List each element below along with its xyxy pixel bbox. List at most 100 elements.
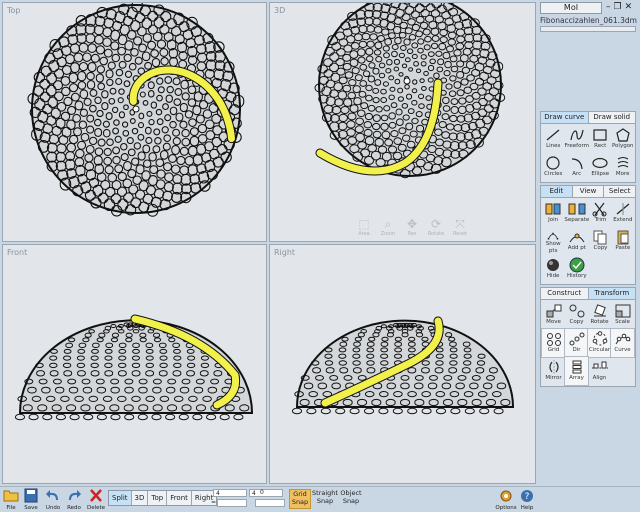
view-split-button[interactable]: Split (109, 491, 132, 505)
nav-pan-button[interactable]: ✥ Pan (402, 217, 422, 237)
coord-z-field[interactable]: 0 (258, 489, 286, 497)
dir-array-button[interactable]: Dir (564, 328, 589, 358)
close-icon[interactable]: ✕ (625, 3, 633, 12)
ellipse-button[interactable]: Ellipse (589, 153, 612, 181)
command-panel: MoI – ❐ ✕ Fibonaccizahlen_061.3dm Draw c… (538, 0, 640, 486)
curve-array-button[interactable]: Curve (610, 328, 635, 358)
rotate-view-icon: ⟳ (430, 217, 442, 231)
copy-button[interactable]: Copy (589, 227, 611, 255)
scale-button[interactable]: Scale (611, 301, 634, 329)
tab-draw-curve[interactable]: Draw curve (541, 112, 589, 123)
rotate-button[interactable]: Rotate (588, 301, 611, 329)
circle-icon (546, 156, 560, 170)
extend-icon (616, 203, 630, 215)
circles-button[interactable]: Circles (542, 153, 565, 181)
grid-array-button[interactable]: Grid (541, 328, 566, 358)
redo-arrow-icon (69, 490, 81, 500)
reset-view-icon: ⤧ (455, 217, 465, 231)
help-button[interactable]: ? Help (515, 488, 539, 511)
viewport-top[interactable]: Top (2, 2, 267, 242)
top-view-canvas (27, 3, 245, 217)
svg-text:?: ? (525, 492, 530, 502)
align-button[interactable]: Align (588, 357, 611, 385)
nav-zoom-button[interactable]: ⌕ Zoom (378, 217, 398, 237)
arc-icon (571, 158, 583, 170)
viewport-front[interactable]: Front (2, 244, 267, 484)
more-button[interactable]: More (612, 153, 635, 181)
undo-button[interactable]: Undo (42, 488, 64, 512)
panel-scrollbar[interactable] (540, 26, 636, 32)
straight-snap-button[interactable]: Straight Snap (311, 489, 339, 509)
delete-button[interactable]: Delete (85, 488, 107, 512)
restore-icon[interactable]: ❐ (614, 3, 622, 12)
right-view-canvas (291, 316, 515, 415)
paste-button[interactable]: Paste (612, 227, 634, 255)
arc-button[interactable]: Arc (565, 153, 590, 181)
history-icon (569, 257, 585, 273)
polygon-button[interactable]: Polygon (612, 125, 635, 153)
move-icon (546, 304, 561, 318)
hide-button[interactable]: Hide (542, 255, 564, 283)
add-point-button[interactable]: Add pt (564, 227, 589, 255)
circular-array-button[interactable]: Circular (587, 328, 612, 358)
view-3d-button[interactable]: 3D (131, 491, 149, 505)
copy-transform-icon (569, 304, 584, 318)
minimize-icon[interactable]: – (606, 3, 611, 12)
extend-button[interactable]: Extend (612, 199, 634, 227)
rectangle-icon (593, 129, 607, 141)
draw-section: Draw curve Draw solid Lines Freeform Rec… (540, 111, 636, 183)
direction-array-icon (569, 332, 584, 346)
file-button[interactable]: File (0, 488, 22, 512)
file-name: Fibonaccizahlen_061.3dm (540, 16, 637, 25)
rect-button[interactable]: Rect (589, 125, 612, 153)
coord-input-2[interactable] (255, 499, 285, 507)
freeform-button[interactable]: Freeform (565, 125, 589, 153)
view-nav-tools: ⬚ Area ⌕ Zoom ✥ Pan ⟳ Rotate ⤧ Reset (354, 217, 470, 237)
rotate-icon (593, 304, 606, 317)
top-mesh (27, 3, 245, 217)
zoom-area-icon: ⬚ (358, 217, 370, 231)
transform-copy-button[interactable]: Copy (565, 301, 588, 329)
front-mesh (14, 314, 254, 421)
viewport-label-right: Right (274, 248, 296, 257)
coord-x-field[interactable]: 4 (213, 489, 247, 497)
viewport-right[interactable]: Right (269, 244, 536, 484)
save-button[interactable]: Save (20, 488, 42, 512)
nav-reset-button[interactable]: ⤧ Reset (450, 217, 470, 237)
floppy-disk-icon (24, 488, 38, 503)
curve-array-icon (615, 333, 630, 345)
redo-button[interactable]: Redo (63, 488, 85, 512)
mirror-icon (548, 360, 559, 374)
grid-snap-button[interactable]: Grid Snap (289, 489, 311, 509)
view-top-button[interactable]: Top (148, 491, 168, 505)
nav-rotate-button[interactable]: ⟳ Rotate (426, 217, 446, 237)
options-gear-icon (500, 490, 512, 502)
coord-input-1[interactable] (217, 499, 247, 507)
tab-edit[interactable]: Edit (541, 186, 573, 197)
front-view-canvas (14, 314, 254, 421)
app-brand: MoI (540, 2, 602, 14)
tab-select[interactable]: Select (604, 186, 636, 197)
trim-button[interactable]: Trim (589, 199, 611, 227)
move-button[interactable]: Move (542, 301, 565, 329)
help-icon: ? (521, 490, 533, 502)
tab-construct[interactable]: Construct (541, 288, 589, 299)
view-front-button[interactable]: Front (167, 491, 192, 505)
lines-button[interactable]: Lines (542, 125, 565, 153)
array-button[interactable]: Array (564, 356, 589, 386)
show-points-button[interactable]: Show pts (542, 227, 564, 255)
object-snap-button[interactable]: Object Snap (338, 489, 364, 509)
hide-icon (547, 259, 560, 271)
tab-draw-solid[interactable]: Draw solid (588, 112, 635, 123)
join-button[interactable]: Join (542, 199, 564, 227)
tab-transform[interactable]: Transform (588, 288, 635, 299)
zoom-icon: ⌕ (384, 217, 392, 231)
separate-button[interactable]: Separate (564, 199, 589, 227)
mirror-button[interactable]: Mirror (542, 357, 565, 385)
tab-view[interactable]: View (572, 186, 605, 197)
history-button[interactable]: History (564, 255, 589, 283)
nav-area-button[interactable]: ⬚ Area (354, 217, 374, 237)
viewport-3d[interactable]: 3D ⬚ Area ⌕ Zoom ✥ Pan ⟳ Rotate ⤧ Reset (269, 2, 536, 242)
align-icon (591, 361, 608, 369)
3d-mesh (314, 3, 506, 179)
